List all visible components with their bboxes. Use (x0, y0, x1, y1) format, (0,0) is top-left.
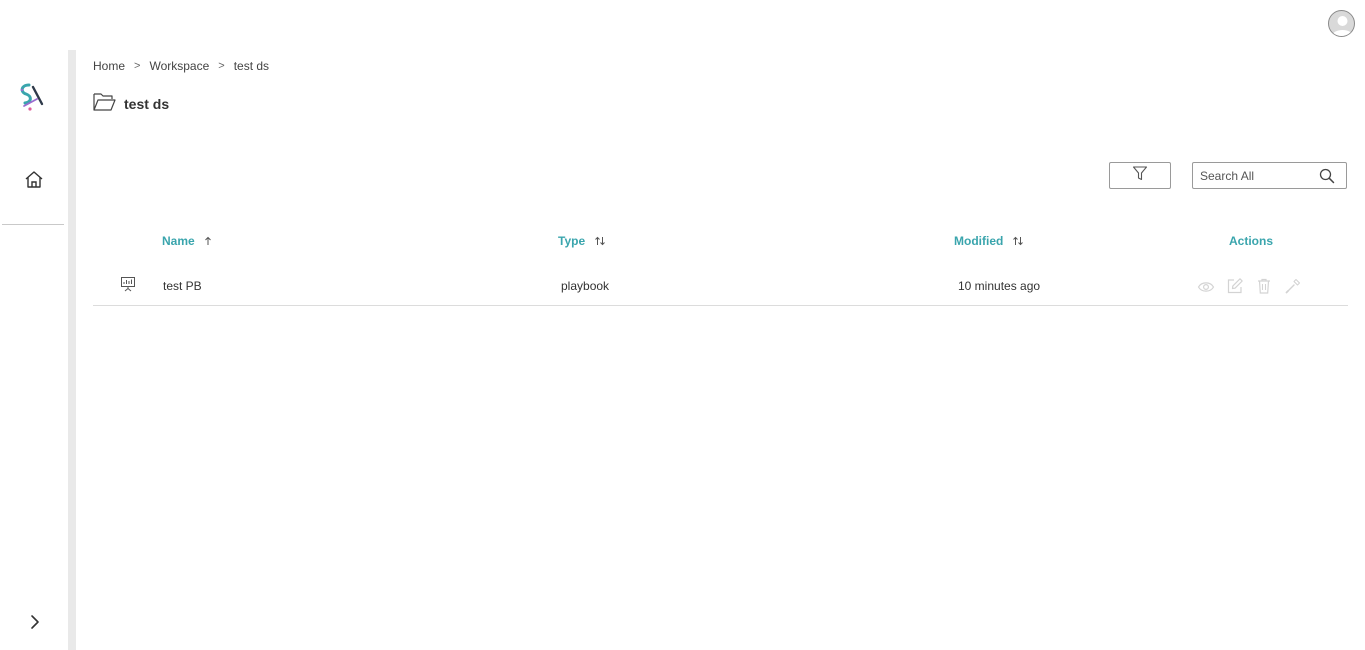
sort-ascending-icon[interactable] (204, 236, 212, 246)
presentation-board-icon (120, 276, 136, 297)
breadcrumb-workspace[interactable]: Workspace (149, 59, 209, 73)
search-icon[interactable] (1319, 168, 1335, 189)
column-header-name[interactable]: Name (162, 233, 212, 249)
column-header-type[interactable]: Type (558, 233, 606, 249)
breadcrumb: Home > Workspace > test ds (93, 58, 269, 74)
breadcrumb-separator: > (134, 60, 141, 72)
column-header-label: Name (162, 234, 195, 248)
chevron-right-icon[interactable] (26, 613, 44, 631)
row-type: playbook (561, 279, 610, 293)
breadcrumb-current: test ds (233, 59, 270, 73)
link-icon[interactable] (1284, 277, 1302, 295)
row-name[interactable]: test PB (163, 279, 202, 293)
sidebar-divider (2, 224, 64, 225)
row-modified: 10 minutes ago (958, 279, 1041, 293)
view-icon[interactable] (1197, 277, 1215, 295)
user-avatar-icon[interactable] (1328, 10, 1355, 37)
column-header-label: Type (558, 234, 586, 248)
home-icon[interactable] (22, 168, 46, 192)
sort-toggle-icon[interactable] (594, 236, 606, 246)
search-input[interactable] (1200, 167, 1310, 184)
search-box (1192, 162, 1347, 189)
filter-button[interactable] (1109, 162, 1171, 189)
folder-open-icon (93, 92, 116, 116)
sort-toggle-icon[interactable] (1012, 236, 1024, 246)
delete-icon[interactable] (1255, 277, 1273, 295)
row-actions (1197, 277, 1313, 295)
table-row[interactable]: test PB playbook 10 minutes ago (93, 266, 1348, 306)
column-header-actions: Actions (1229, 233, 1273, 249)
breadcrumb-separator: > (218, 60, 225, 72)
edit-icon[interactable] (1226, 277, 1244, 295)
page-header: test ds (93, 93, 169, 115)
page-title: test ds (124, 96, 170, 112)
breadcrumb-home[interactable]: Home (93, 59, 125, 73)
app-logo-icon[interactable] (16, 82, 46, 112)
sidebar-rail (68, 50, 76, 650)
filter-icon (1132, 165, 1148, 186)
column-header-modified[interactable]: Modified (954, 233, 1024, 249)
column-header-label: Modified (954, 234, 1004, 248)
sidebar (0, 48, 68, 650)
column-header-label: Actions (1229, 234, 1274, 248)
top-bar (0, 0, 1365, 48)
